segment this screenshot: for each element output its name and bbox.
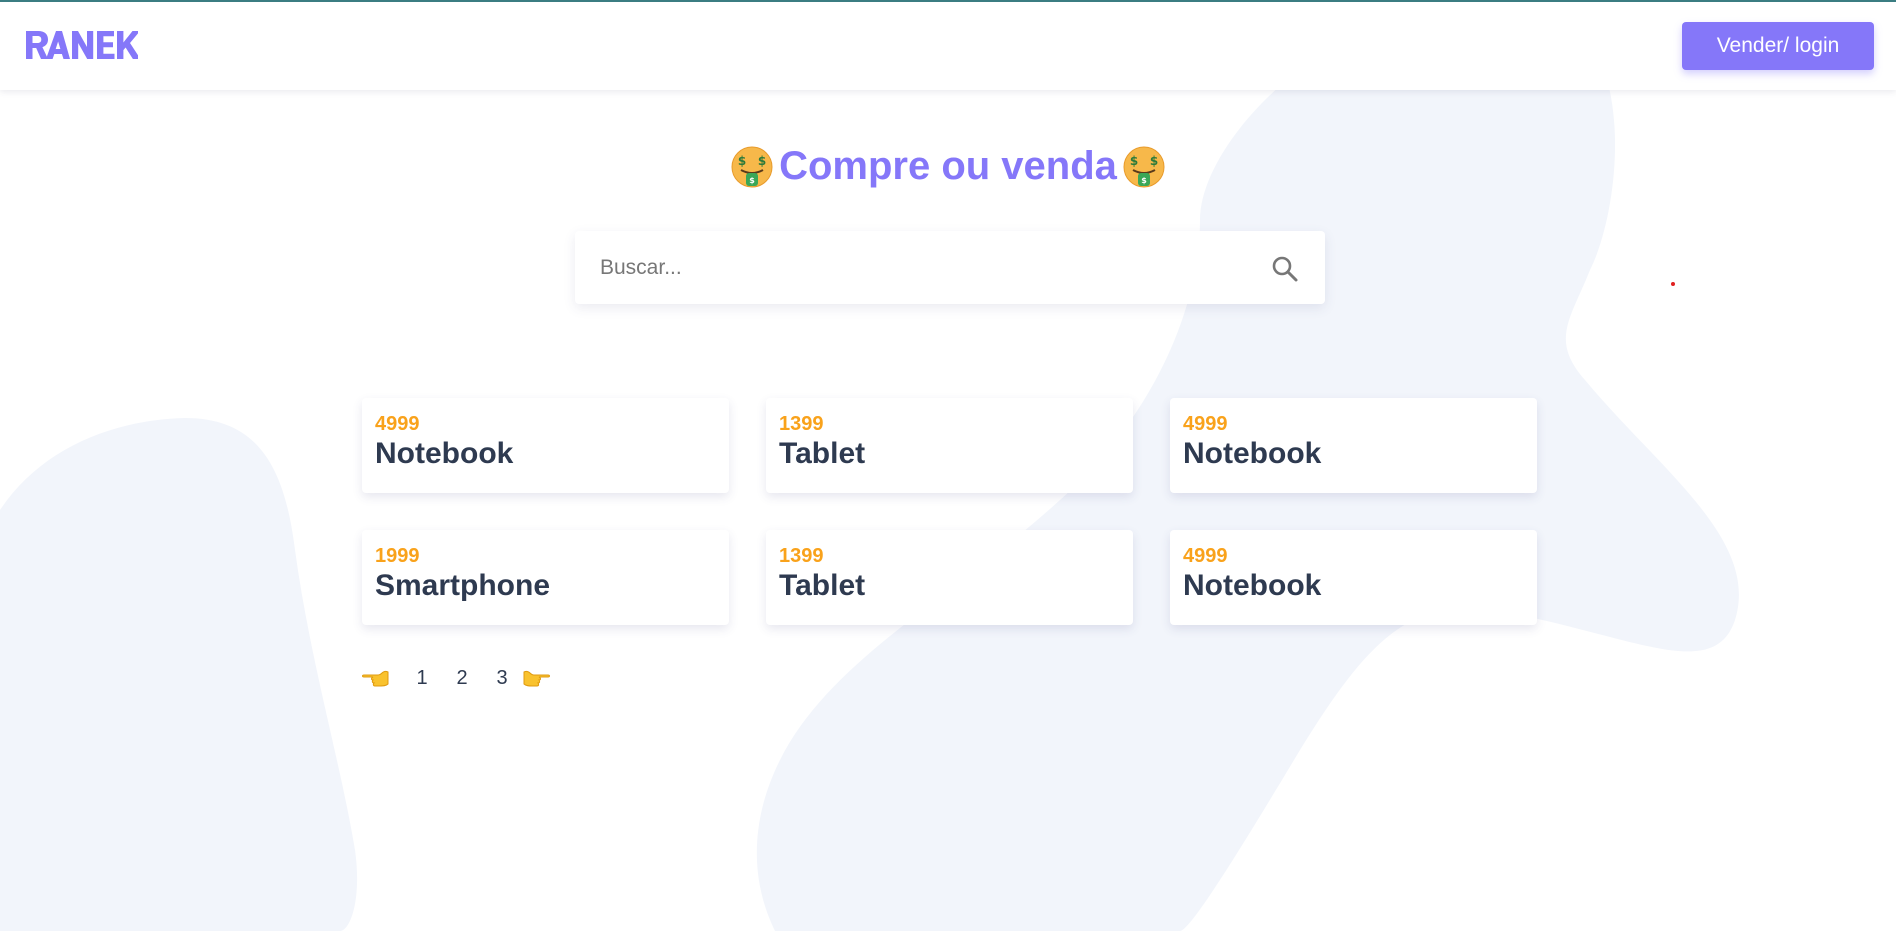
product-name: Tablet <box>779 437 866 470</box>
svg-text:$: $ <box>1141 176 1147 185</box>
product-price: 1399 <box>779 545 824 567</box>
money-mouth-face-icon: $ $ $ <box>731 146 773 187</box>
search-button[interactable] <box>1269 253 1301 285</box>
product-name: Smartphone <box>375 569 551 602</box>
pagination: 1 2 3 <box>362 664 562 692</box>
pointing-right-hand-icon <box>523 670 550 687</box>
pagination-page-3[interactable]: 3 <box>482 667 522 690</box>
product-card[interactable]: 4999 Notebook <box>362 398 729 493</box>
search-icon <box>1272 256 1298 282</box>
pagination-next-button[interactable] <box>522 664 550 692</box>
ranek-logo-icon <box>26 31 141 59</box>
product-price: 4999 <box>1183 545 1228 567</box>
sell-login-button[interactable]: Vender/ login <box>1682 22 1874 70</box>
search-form <box>575 231 1325 304</box>
pagination-prev-button[interactable] <box>362 664 390 692</box>
product-grid: 4999 Notebook 1399 Tablet 4999 Notebook … <box>362 398 1538 625</box>
product-card[interactable]: 4999 Notebook <box>1170 530 1537 625</box>
product-card[interactable]: 1999 Smartphone <box>362 530 729 625</box>
pagination-page-1[interactable]: 1 <box>402 667 442 690</box>
page-title: $ $ $ Compre ou venda $ $ $ <box>0 144 1896 189</box>
pointing-left-hand-icon <box>362 670 389 687</box>
search-input[interactable] <box>575 231 1255 304</box>
product-price: 4999 <box>1183 413 1228 435</box>
cursor-dot <box>1671 282 1675 286</box>
logo[interactable] <box>24 29 141 66</box>
svg-text:$: $ <box>1150 154 1158 168</box>
product-card[interactable]: 1399 Tablet <box>766 530 1133 625</box>
svg-text:$: $ <box>1130 154 1138 168</box>
product-price: 1399 <box>779 413 824 435</box>
product-name: Notebook <box>375 437 514 470</box>
svg-text:$: $ <box>758 154 766 168</box>
svg-text:$: $ <box>749 176 755 185</box>
pagination-page-2[interactable]: 2 <box>442 667 482 690</box>
top-accent-line <box>0 0 1896 2</box>
money-mouth-face-icon: $ $ $ <box>1123 146 1165 187</box>
svg-text:$: $ <box>738 154 746 168</box>
product-name: Tablet <box>779 569 866 602</box>
product-price: 4999 <box>375 413 420 435</box>
site-header: Vender/ login <box>0 0 1896 90</box>
product-card[interactable]: 1399 Tablet <box>766 398 1133 493</box>
product-name: Notebook <box>1183 437 1322 470</box>
main-content: $ $ $ Compre ou venda $ $ $ 4999 <box>0 0 1896 931</box>
product-name: Notebook <box>1183 569 1322 602</box>
page-title-text: Compre ou venda <box>779 144 1117 188</box>
product-price: 1999 <box>375 545 420 567</box>
product-card[interactable]: 4999 Notebook <box>1170 398 1537 493</box>
